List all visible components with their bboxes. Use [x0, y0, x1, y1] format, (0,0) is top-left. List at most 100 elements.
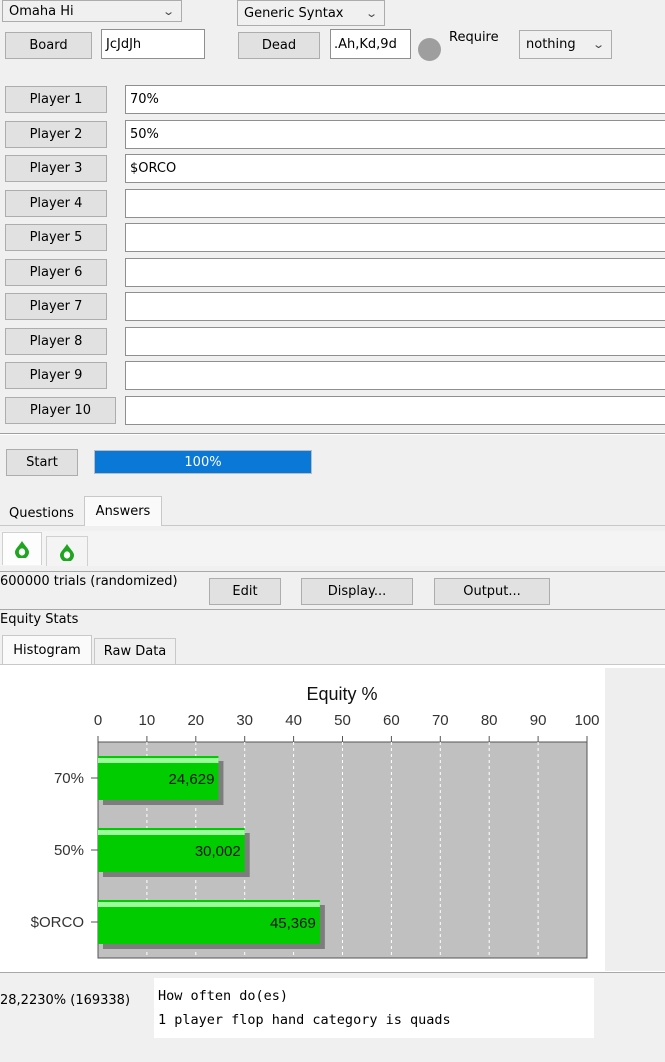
x-tick-label: 90: [530, 712, 547, 729]
chart-title: Equity %: [306, 684, 377, 704]
player-7-range-input[interactable]: [125, 292, 665, 321]
trials-text: 600000 trials (randomized): [0, 574, 178, 589]
x-tick-label: 10: [139, 712, 156, 729]
category-label: $ORCO: [31, 914, 84, 931]
player-button-label: Player 1: [29, 92, 83, 107]
player-4-button[interactable]: Player 4: [5, 190, 107, 217]
answer-tab-1[interactable]: [2, 532, 42, 565]
player-button-label: Player 7: [29, 299, 83, 314]
player-4-range-input[interactable]: [125, 189, 665, 218]
player-9-button[interactable]: Player 9: [5, 362, 107, 389]
tab-raw-data-label: Raw Data: [103, 644, 167, 659]
board-button-label: Board: [29, 38, 68, 53]
game-select-value: Omaha Hi: [9, 3, 74, 19]
green-drop-icon: [60, 543, 74, 561]
display-button[interactable]: Display...: [301, 578, 413, 605]
tab-histogram-label: Histogram: [13, 642, 81, 658]
x-tick-label: 0: [94, 712, 102, 729]
dead-button[interactable]: Dead: [238, 32, 320, 59]
answer-icon-strip: [0, 531, 665, 566]
bar-value-label: 45,369: [270, 915, 316, 932]
equity-stats-label: Equity Stats: [0, 612, 79, 627]
syntax-select[interactable]: Generic Syntax ⌄: [237, 0, 385, 26]
player-button-label: Player 8: [29, 334, 83, 349]
x-tick-label: 30: [236, 712, 253, 729]
player-10-button[interactable]: Player 10: [5, 397, 116, 424]
bar-value-label: 24,629: [169, 771, 215, 788]
edit-button-label: Edit: [232, 584, 258, 599]
chevron-down-icon: ⌄: [161, 4, 175, 18]
divider: [0, 972, 665, 973]
category-label: 50%: [54, 842, 84, 859]
bar-highlight: [98, 830, 245, 835]
board-input[interactable]: JcJdJh: [101, 29, 205, 59]
progress-text: 100%: [184, 454, 222, 470]
bar-value-label: 30,002: [195, 843, 241, 860]
player-2-button[interactable]: Player 2: [5, 121, 107, 148]
question-text-box: How often do(es) 1 player flop hand cate…: [154, 978, 594, 1038]
category-label: 70%: [54, 770, 84, 787]
player-10-range-input[interactable]: [125, 396, 665, 425]
tab-histogram[interactable]: Histogram: [2, 635, 92, 664]
edit-button[interactable]: Edit: [209, 578, 281, 605]
player-range-value: 50%: [130, 127, 159, 142]
player-2-range-input[interactable]: 50%: [125, 120, 665, 149]
chevron-down-icon: ⌄: [364, 6, 378, 20]
board-button[interactable]: Board: [5, 32, 92, 59]
game-select[interactable]: Omaha Hi ⌄: [2, 0, 182, 22]
output-button[interactable]: Output...: [434, 578, 550, 605]
player-1-button[interactable]: Player 1: [5, 86, 107, 113]
player-8-button[interactable]: Player 8: [5, 328, 107, 355]
player-8-range-input[interactable]: [125, 327, 665, 356]
x-tick-label: 100: [574, 712, 599, 729]
tab-questions-label: Questions: [9, 505, 74, 521]
bar-highlight: [98, 902, 320, 907]
start-button[interactable]: Start: [6, 449, 78, 476]
require-select[interactable]: nothing ⌄: [519, 30, 612, 59]
tab-answers-label: Answers: [95, 504, 151, 519]
answer-tab-2[interactable]: [46, 536, 88, 566]
player-button-label: Player 3: [29, 161, 83, 176]
player-3-button[interactable]: Player 3: [5, 155, 107, 182]
divider: [0, 609, 665, 610]
player-6-range-input[interactable]: [125, 258, 665, 287]
player-button-label: Player 5: [29, 230, 83, 245]
require-label: Require: [449, 30, 499, 45]
player-1-range-input[interactable]: 70%: [125, 85, 665, 114]
divider: [0, 433, 665, 435]
require-toggle[interactable]: [418, 38, 441, 61]
tab-questions[interactable]: Questions: [0, 500, 83, 526]
dead-button-label: Dead: [261, 38, 297, 53]
equity-chart: Equity % 0 10 20 30 40 50 60 70 80 90 100 24,629 30…: [31, 684, 600, 959]
player-5-range-input[interactable]: [125, 223, 665, 252]
bar-highlight: [98, 758, 219, 763]
player-5-button[interactable]: Player 5: [5, 224, 107, 251]
player-button-label: Player 10: [29, 403, 92, 418]
x-tick-label: 60: [383, 712, 400, 729]
tab-answers[interactable]: Answers: [84, 496, 162, 526]
x-tick-label: 50: [334, 712, 351, 729]
output-button-label: Output...: [463, 584, 521, 599]
player-button-label: Player 6: [29, 265, 83, 280]
x-tick-label: 40: [285, 712, 302, 729]
divider: [0, 571, 665, 572]
chevron-down-icon: ⌄: [591, 38, 605, 51]
player-9-range-input[interactable]: [125, 361, 665, 390]
x-tick-label: 70: [432, 712, 449, 729]
player-range-value: $ORCO: [130, 161, 177, 176]
display-button-label: Display...: [327, 584, 387, 599]
board-input-value: JcJdJh: [106, 36, 142, 52]
player-3-range-input[interactable]: $ORCO: [125, 154, 665, 183]
require-select-value: nothing: [526, 37, 576, 52]
player-6-button[interactable]: Player 6: [5, 259, 107, 286]
start-button-label: Start: [26, 455, 58, 470]
dead-input-value: .Ah,Kd,9d: [334, 36, 397, 52]
player-range-value: 70%: [130, 92, 159, 107]
dead-input[interactable]: .Ah,Kd,9d: [330, 29, 411, 59]
progress-bar: 100%: [94, 450, 312, 474]
tab-raw-data[interactable]: Raw Data: [94, 638, 176, 664]
player-button-label: Player 2: [29, 127, 83, 142]
histogram-side-panel: [605, 668, 665, 971]
x-tick-label: 80: [481, 712, 498, 729]
player-7-button[interactable]: Player 7: [5, 293, 107, 320]
